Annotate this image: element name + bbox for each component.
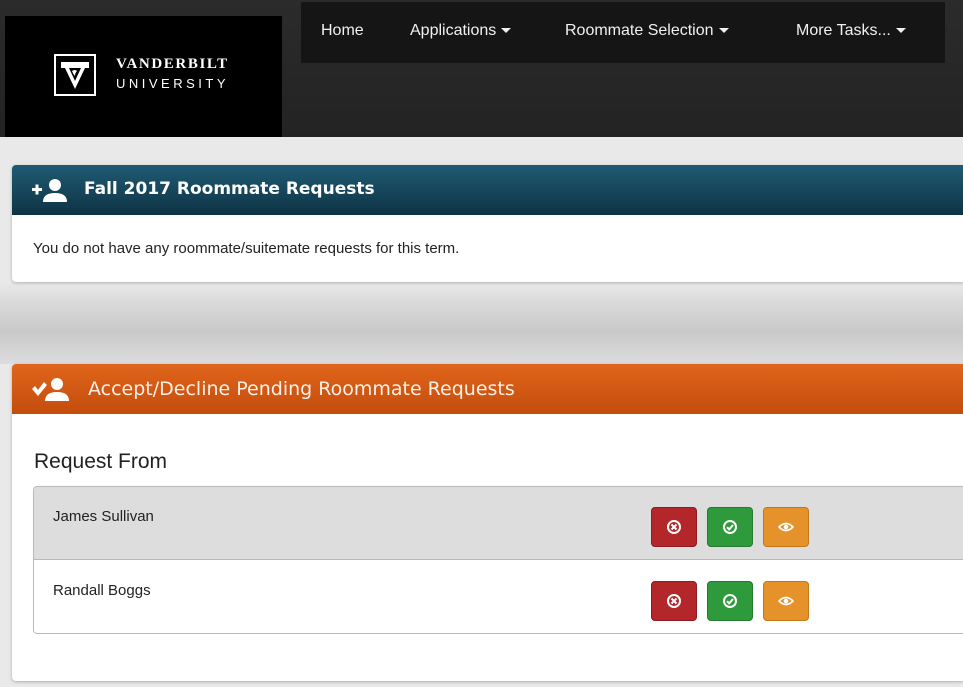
main-nav: Home Applications Roommate Selection Mor…	[301, 2, 945, 63]
eye-icon	[778, 522, 794, 532]
table-row: Randall Boggs	[34, 561, 963, 633]
accept-button[interactable]	[707, 507, 753, 547]
check-circle-icon	[723, 594, 737, 608]
add-user-icon	[32, 178, 72, 207]
roommate-requests-title: Fall 2017 Roommate Requests	[84, 179, 375, 199]
vanderbilt-logo[interactable]: VANDERBILT UNIVERSITY	[5, 16, 282, 137]
table-row: James Sullivan	[34, 487, 963, 560]
vanderbilt-shield-icon	[54, 54, 96, 96]
roommate-requests-panel-header: Fall 2017 Roommate Requests	[12, 165, 963, 215]
nav-roommate-selection[interactable]: Roommate Selection	[565, 22, 729, 40]
section-divider	[0, 282, 963, 364]
close-circle-icon	[667, 594, 681, 608]
request-from-heading: Request From	[34, 450, 168, 473]
pending-requests-panel: Accept/Decline Pending Roommate Requests…	[12, 364, 963, 681]
pending-requests-panel-header: Accept/Decline Pending Roommate Requests	[12, 364, 963, 414]
eye-icon	[778, 596, 794, 606]
nav-more-tasks-label: More Tasks...	[796, 22, 891, 39]
requests-table: James Sullivan Randall Boggs	[33, 486, 963, 634]
site-header: VANDERBILT UNIVERSITY Home Applications …	[0, 0, 963, 137]
nav-home-label: Home	[321, 22, 364, 39]
nav-applications[interactable]: Applications	[410, 22, 512, 40]
decline-button[interactable]	[651, 507, 697, 547]
check-circle-icon	[723, 520, 737, 534]
chevron-down-icon	[895, 28, 906, 34]
roommate-requests-panel: Fall 2017 Roommate Requests You do not h…	[12, 165, 963, 282]
pending-requests-title: Accept/Decline Pending Roommate Requests	[88, 378, 515, 400]
view-button[interactable]	[763, 581, 809, 621]
no-requests-message: You do not have any roommate/suitemate r…	[33, 240, 460, 257]
nav-roommate-selection-label: Roommate Selection	[565, 22, 714, 39]
accept-button[interactable]	[707, 581, 753, 621]
check-user-icon	[32, 377, 72, 406]
nav-more-tasks[interactable]: More Tasks...	[796, 22, 906, 40]
close-circle-icon	[667, 520, 681, 534]
nav-applications-label: Applications	[410, 22, 497, 39]
requester-name: James Sullivan	[53, 508, 154, 525]
view-button[interactable]	[763, 507, 809, 547]
brand-name: VANDERBILT	[116, 56, 229, 72]
requester-name: Randall Boggs	[53, 582, 151, 599]
decline-button[interactable]	[651, 581, 697, 621]
brand-subtitle: UNIVERSITY	[116, 76, 230, 91]
nav-home[interactable]: Home	[321, 22, 364, 40]
chevron-down-icon	[501, 28, 512, 34]
chevron-down-icon	[718, 28, 729, 34]
